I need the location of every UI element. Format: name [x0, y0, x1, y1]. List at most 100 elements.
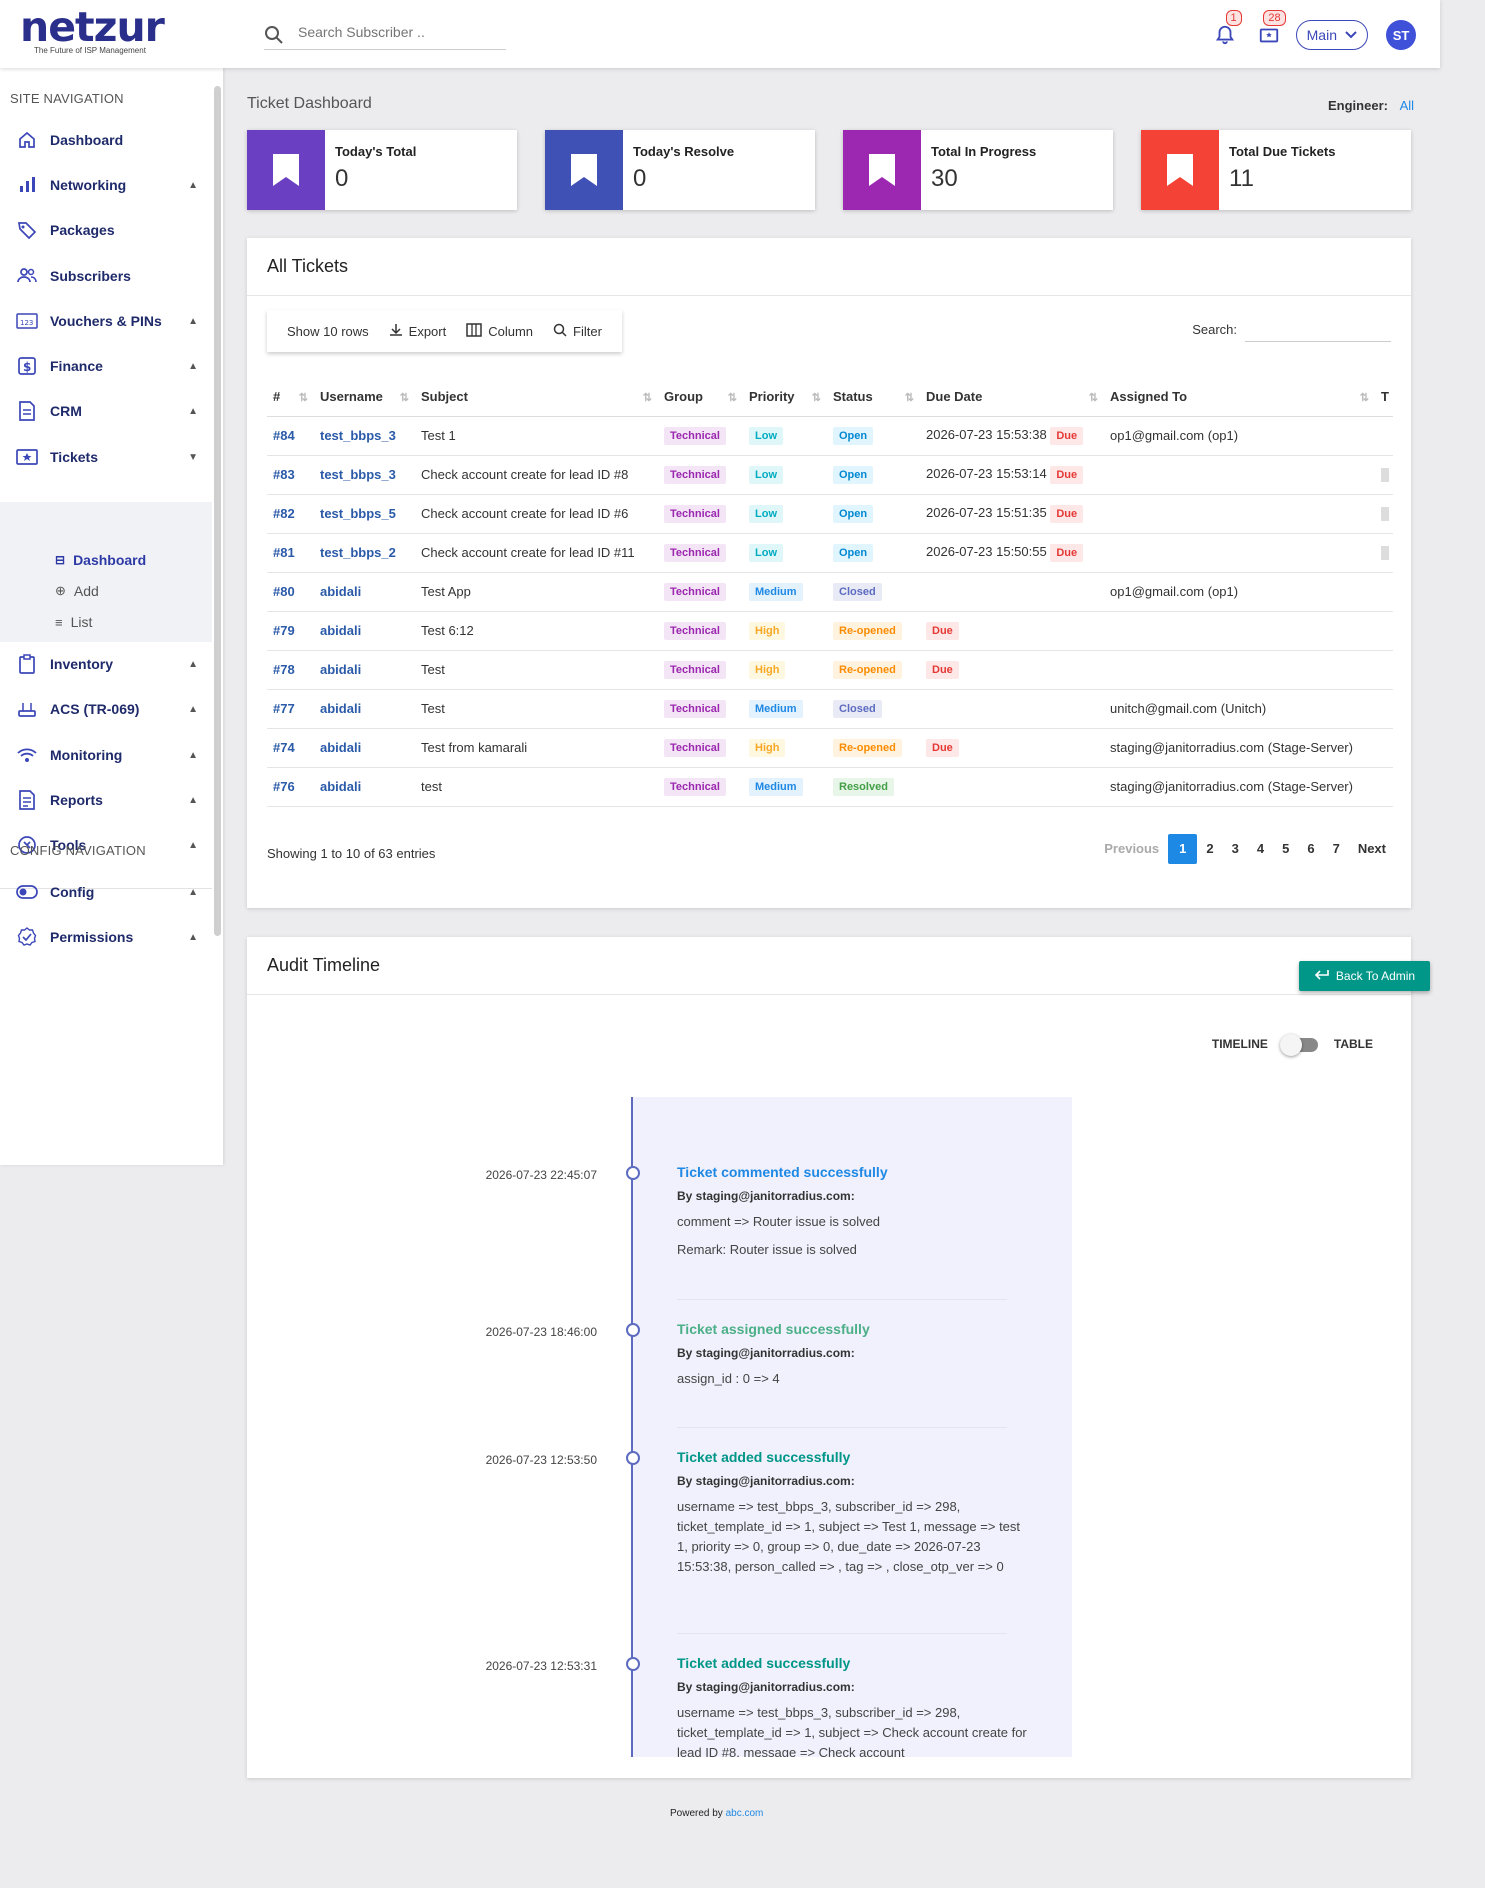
username-link[interactable]: abidali: [314, 572, 415, 612]
sidebar-scrollbar[interactable]: [214, 86, 221, 936]
group-badge: Technical: [664, 543, 726, 562]
col-header-subject[interactable]: Subject ⇅: [415, 378, 658, 417]
timeline-time: 2026-07-23 12:53:31: [485, 1659, 597, 1673]
ticket-id-link[interactable]: #77: [267, 689, 314, 729]
username-link[interactable]: test_bbps_3: [314, 416, 415, 456]
col-header-tag[interactable]: T: [1375, 378, 1393, 417]
col-header-due-date[interactable]: Due Date ⇅: [920, 378, 1104, 417]
sidebar-item-crm[interactable]: CRM ▲: [0, 393, 212, 429]
sidebar-item-permissions[interactable]: Permissions ▲: [0, 919, 212, 955]
ticket-id-link[interactable]: #79: [267, 611, 314, 651]
export-button[interactable]: Export: [379, 310, 457, 352]
sidebar-item-inventory[interactable]: Inventory ▲: [0, 646, 212, 682]
show-rows-button[interactable]: Show 10 rows: [277, 310, 379, 352]
pagination-page[interactable]: 2: [1197, 834, 1222, 864]
col-header-status[interactable]: Status ⇅: [827, 378, 920, 417]
pagination-page[interactable]: 4: [1248, 834, 1273, 864]
username-link[interactable]: abidali: [314, 689, 415, 729]
sidebar-item-label: Tickets: [50, 449, 98, 465]
search-input[interactable]: [298, 24, 498, 40]
sidebar-item-finance[interactable]: $ Finance ▲: [0, 348, 212, 384]
col-header-group[interactable]: Group ⇅: [658, 378, 743, 417]
branch-dropdown[interactable]: Main: [1295, 20, 1368, 50]
table-search-input[interactable]: [1245, 316, 1391, 342]
brand-logo[interactable]: netzur The Future of ISP Management: [20, 7, 165, 56]
pagination-previous[interactable]: Previous: [1095, 834, 1168, 864]
sidebar-item-config[interactable]: Config ▲: [0, 874, 212, 910]
username-link[interactable]: test_bbps_5: [314, 494, 415, 534]
username-link[interactable]: test_bbps_3: [314, 455, 415, 495]
sidebar-sub-add[interactable]: ⊕ Add: [55, 580, 99, 602]
pagination-page[interactable]: 1: [1168, 834, 1198, 864]
username-link[interactable]: abidali: [314, 767, 415, 807]
filter-button[interactable]: Filter: [543, 310, 612, 352]
status-cell: Closed: [827, 572, 920, 612]
pagination-next[interactable]: Next: [1349, 834, 1395, 864]
col-header-priority[interactable]: Priority ⇅: [743, 378, 827, 417]
assigned-cell: op1@gmail.com (op1): [1104, 416, 1375, 456]
col-header-assigned-to[interactable]: Assigned To ⇅: [1104, 378, 1375, 417]
table-row[interactable]: #78 abidali Test Technical High Re-opened Due: [267, 650, 1393, 690]
table-row[interactable]: #76 abidali test Technical Medium Resolved sta…: [267, 767, 1393, 807]
stat-card-due-tickets[interactable]: Total Due Tickets 11: [1141, 130, 1411, 210]
ticket-id-link[interactable]: #76: [267, 767, 314, 807]
tickets-button[interactable]: 28: [1252, 10, 1286, 52]
stat-card-todays-resolve[interactable]: Today's Resolve 0: [545, 130, 815, 210]
username-link[interactable]: abidali: [314, 728, 415, 768]
username-link[interactable]: abidali: [314, 611, 415, 651]
table-row[interactable]: #77 abidali Test Technical Medium Closed unitc…: [267, 689, 1393, 729]
back-to-admin-button[interactable]: Back To Admin: [1299, 961, 1430, 991]
ticket-id-link[interactable]: #84: [267, 416, 314, 456]
pagination-page[interactable]: 3: [1223, 834, 1248, 864]
sidebar-sub-dashboard[interactable]: ⊟ Dashboard: [55, 549, 146, 571]
table-row[interactable]: #80 abidali Test App Technical Medium Closed o…: [267, 572, 1393, 612]
sidebar-item-reports[interactable]: Reports ▲: [0, 782, 212, 818]
col-header-id[interactable]: # ⇅: [267, 378, 314, 417]
caret-up-icon: ▲: [188, 315, 198, 327]
table-row[interactable]: #81 test_bbps_2 Check account create for l…: [267, 533, 1393, 573]
table-row[interactable]: #82 test_bbps_5 Check account create for l…: [267, 494, 1393, 534]
footer-link[interactable]: abc.com: [726, 1808, 764, 1819]
subscriber-search[interactable]: [264, 22, 506, 50]
pagination-page[interactable]: 6: [1298, 834, 1323, 864]
ticket-id-link[interactable]: #74: [267, 728, 314, 768]
subject-cell: Test from kamarali: [415, 728, 658, 768]
notifications-button[interactable]: 1: [1208, 10, 1242, 52]
table-row[interactable]: #74 abidali Test from kamarali Technical Hig…: [267, 728, 1393, 768]
sidebar-item-monitoring[interactable]: Monitoring ▲: [0, 737, 212, 773]
pagination-page[interactable]: 5: [1273, 834, 1298, 864]
stat-card-in-progress[interactable]: Total In Progress 30: [843, 130, 1113, 210]
sidebar-item-acs[interactable]: ACS (TR-069) ▲: [0, 691, 212, 727]
view-switch[interactable]: [1279, 1034, 1322, 1056]
sidebar-item-networking[interactable]: Networking ▲: [0, 167, 212, 203]
sidebar-item-label: Monitoring: [50, 747, 123, 763]
ticket-id-link[interactable]: #82: [267, 494, 314, 534]
sidebar-item-label: Reports: [50, 792, 103, 808]
sidebar-item-packages[interactable]: Packages: [0, 212, 212, 248]
sidebar-item-subscribers[interactable]: Subscribers: [0, 258, 212, 294]
table-row[interactable]: #84 test_bbps_3 Test 1 Technical Low Open 2026…: [267, 416, 1393, 456]
group-cell: Technical: [658, 728, 743, 768]
ticket-id-link[interactable]: #80: [267, 572, 314, 612]
column-button[interactable]: Column: [456, 310, 543, 352]
status-cell: Re-opened: [827, 611, 920, 651]
table-row[interactable]: #79 abidali Test 6:12 Technical High Re-opene…: [267, 611, 1393, 651]
pagination-page[interactable]: 7: [1324, 834, 1349, 864]
col-header-username[interactable]: Username ⇅: [314, 378, 415, 417]
sidebar-item-tickets[interactable]: Tickets ▼: [0, 439, 212, 475]
username-link[interactable]: test_bbps_2: [314, 533, 415, 573]
ticket-id-link[interactable]: #83: [267, 455, 314, 495]
priority-badge: Low: [749, 426, 783, 445]
table-row[interactable]: #83 test_bbps_3 Check account create for l…: [267, 455, 1393, 495]
engineer-value-link[interactable]: All: [1400, 98, 1414, 113]
sidebar-sub-list[interactable]: ≡ List: [55, 611, 92, 633]
username-link[interactable]: abidali: [314, 650, 415, 690]
col-label: Group: [664, 389, 703, 405]
ticket-id-link[interactable]: #78: [267, 650, 314, 690]
sidebar-item-vouchers[interactable]: 123 Vouchers & PINs ▲: [0, 303, 212, 339]
sidebar-item-dashboard[interactable]: Dashboard: [0, 122, 212, 158]
ticket-id-link[interactable]: #81: [267, 533, 314, 573]
avatar[interactable]: ST: [1386, 20, 1416, 50]
col-label: Assigned To: [1110, 389, 1188, 405]
stat-card-todays-total[interactable]: Today's Total 0: [247, 130, 517, 210]
